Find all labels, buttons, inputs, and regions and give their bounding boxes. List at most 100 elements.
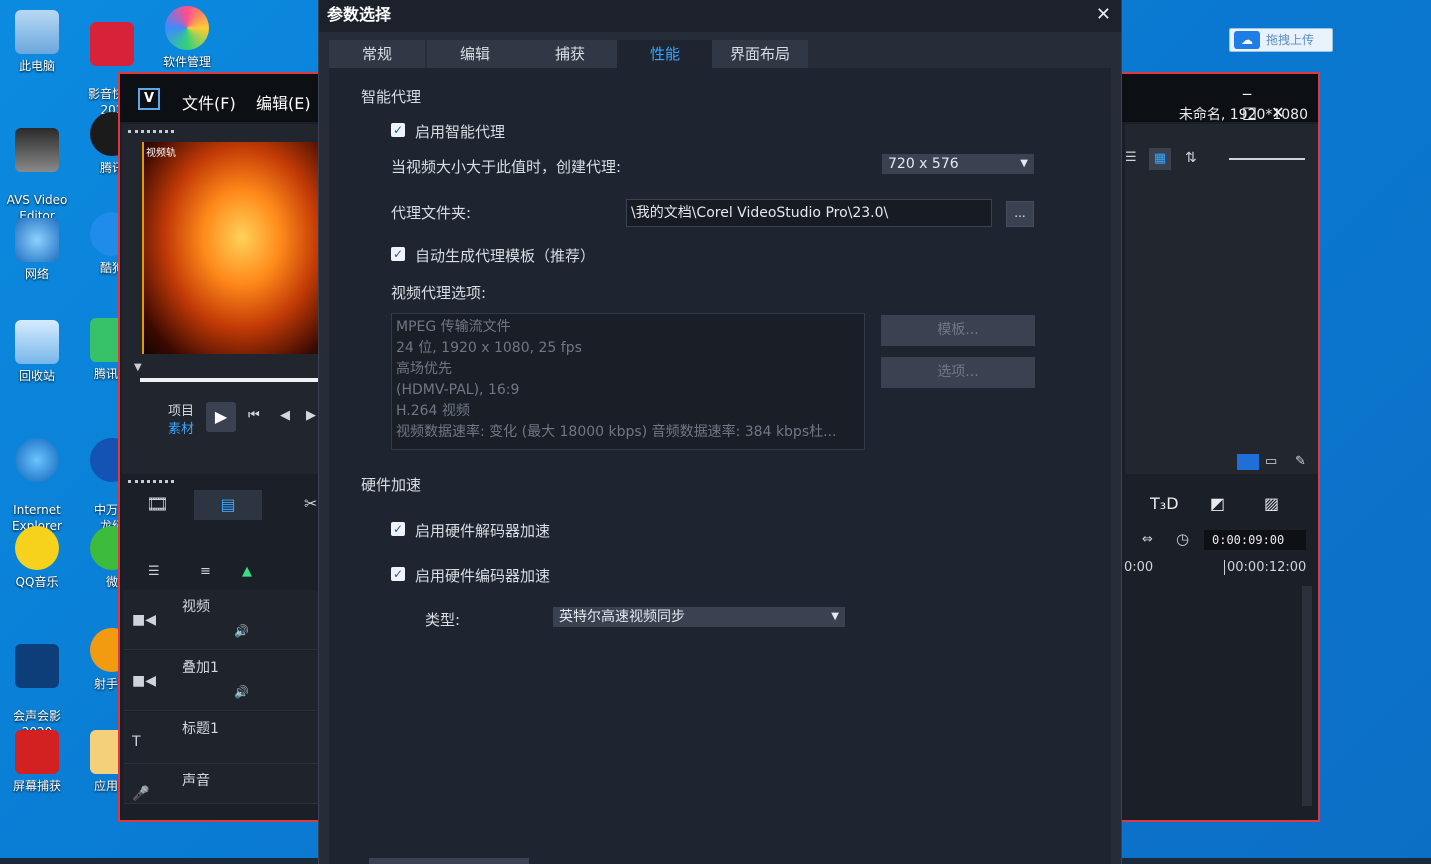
desktop-icon-avs[interactable]: AVS Video Editor (1, 112, 73, 224)
track-name: 视频 (182, 599, 210, 615)
desktop-icon-recycle-bin[interactable]: 回收站 (1, 320, 73, 384)
desktop-icon-videostudio[interactable]: 会声会影 2020 (1, 628, 73, 740)
dialog-titlebar: 参数选择 (319, 0, 1121, 32)
desktop-icon-label: QQ音乐 (15, 575, 59, 589)
drag-handle[interactable] (128, 130, 174, 134)
play-icon[interactable]: ▶ (206, 402, 236, 432)
close-icon[interactable]: ✕ (1096, 4, 1111, 25)
proxy-detail-line: 高场优先 (396, 361, 452, 377)
project-info: 未命名, 1920*1080 (1178, 107, 1308, 123)
tools-icon[interactable]: ✂ (304, 494, 317, 513)
proxy-detail-line: H.264 视频 (396, 403, 470, 419)
tab-ui-layout[interactable]: 界面布局 (712, 40, 808, 68)
hw-decoder-checkbox[interactable]: ✓ (391, 522, 405, 536)
proxy-detail-line: MPEG 传输流文件 (396, 319, 511, 335)
video-track-label: 视频轨 (146, 148, 176, 159)
sort-icon[interactable]: ⇅ (1185, 150, 1197, 166)
chevron-down-icon: ▼ (1020, 158, 1028, 169)
ruler-tick-label: 0:00 (1124, 560, 1154, 575)
auto-template-checkbox[interactable]: ✓ (391, 247, 405, 261)
grid-view-icon[interactable]: ▦ (1149, 148, 1171, 170)
library-panel: ☰ ▦ ⇅ ▭ ✎ (1125, 124, 1318, 474)
overlay-track-icon: ■◀ (132, 673, 156, 689)
to-start-icon[interactable]: ⏮ (248, 408, 260, 423)
next-frame-icon[interactable]: ▶ (306, 408, 316, 423)
cloud-icon: ☁ (1234, 31, 1260, 49)
timecode-display[interactable]: 0:00:09:00 (1204, 530, 1306, 550)
3d-title-icon[interactable]: T₃D (1150, 494, 1179, 513)
scrubber-bar[interactable] (140, 378, 322, 382)
storyboard-icon[interactable]: ▭ (1265, 454, 1277, 469)
tab-capture[interactable]: 捕获 (522, 40, 618, 68)
track-row: ■◀ 叠加1 🔊 (124, 651, 319, 711)
desktop-icon-software-manager[interactable]: 软件管理 (151, 6, 223, 70)
desktop-icon-qqmusic[interactable]: QQ音乐 (1, 526, 73, 590)
desktop-icon-label: 软件管理 (162, 55, 211, 69)
video-proxy-options-label: 视频代理选项: (391, 284, 487, 302)
dialog-title: 参数选择 (327, 5, 392, 24)
video-track-icon: ■◀ (132, 612, 156, 628)
desktop-icon-ie[interactable]: Internet Explorer (1, 422, 73, 534)
menu-edit[interactable]: 编辑(E) (256, 90, 311, 114)
clip-mode-label[interactable]: 素材 (168, 418, 194, 437)
prev-frame-icon[interactable]: ◀ (280, 408, 290, 423)
title-track-icon: T (132, 734, 141, 750)
chapter-marker-icon[interactable]: ▲ (242, 564, 252, 579)
options-button[interactable]: 选项... (881, 357, 1035, 388)
desktop-icon-label: 此电脑 (18, 59, 55, 73)
ruler-tick-label: 00:00:12:00 (1224, 560, 1306, 575)
videostudio-logo: V (138, 88, 160, 110)
proxy-threshold-select[interactable]: 720 x 576 ▼ (882, 154, 1034, 174)
import-icon[interactable] (1237, 454, 1259, 470)
drag-upload-button[interactable]: ☁ 拖拽上传 (1229, 28, 1333, 52)
template-button[interactable]: 模板... (881, 315, 1035, 346)
hw-encoder-checkbox[interactable]: ✓ (391, 567, 405, 581)
speaker-icon[interactable]: 🔊 (234, 685, 249, 699)
desktop-icon-network[interactable]: 网络 (1, 218, 73, 282)
scrubber-handle-icon[interactable]: ▼ (134, 362, 142, 373)
enable-smart-proxy-checkbox[interactable]: ✓ (391, 123, 405, 137)
proxy-details-box: MPEG 传输流文件 24 位, 1920 x 1080, 25 fps 高场优… (391, 313, 865, 450)
hw-decoder-label: 启用硬件解码器加速 (415, 522, 551, 540)
project-mode-label[interactable]: 项目 (168, 400, 194, 419)
proxy-detail-line: 24 位, 1920 x 1080, 25 fps (396, 340, 582, 356)
preferences-dialog: 参数选择 ✕ 常规 编辑 捕获 性能 界面布局 智能代理 ✓ 启用智能代理 当视… (318, 0, 1122, 864)
add-track-icon[interactable]: ≡ (200, 564, 211, 579)
timeline-scrollbar[interactable] (1302, 586, 1312, 806)
proxy-detail-line: (HDMV-PAL), 16:9 (396, 382, 520, 398)
tab-performance[interactable]: 性能 (617, 40, 713, 68)
mask-icon[interactable]: ◩ (1210, 494, 1225, 513)
timeline-view-icon[interactable]: ▤ (194, 490, 262, 520)
browse-button[interactable]: ... (1006, 201, 1034, 227)
software-manager-icon (165, 6, 209, 50)
tab-general[interactable]: 常规 (329, 40, 425, 68)
proxy-threshold-label: 当视频大小大于此值时，创建代理: (391, 158, 622, 176)
drag-handle[interactable] (128, 480, 174, 484)
menu-file[interactable]: 文件(F) (182, 90, 236, 114)
speaker-icon[interactable]: 🔊 (234, 624, 249, 638)
list-view-icon[interactable]: ☰ (1125, 150, 1143, 168)
proxy-detail-line: 视频数据速率: 变化 (最大 18000 kbps) 音频数据速率: 384 k… (396, 424, 837, 440)
proxy-folder-input[interactable]: \我的文档\Corel VideoStudio Pro\23.0\ (626, 199, 992, 227)
desktop-icon-screen-capture[interactable]: 屏幕捕获 (1, 730, 73, 794)
hardware-accel-heading: 硬件加速 (361, 476, 422, 494)
motion-icon[interactable]: ▨ (1264, 494, 1279, 513)
horizontal-scrollbar[interactable] (369, 858, 529, 864)
encoder-type-select[interactable]: 英特尔高速视频同步 ▼ (553, 607, 845, 627)
track-manager-icon[interactable]: ☰ (148, 564, 160, 579)
preview-panel: 视频轨 ▼ 项目 素材 ▶ ⏮ ◀ ▶ (122, 124, 322, 474)
storyboard-view-icon[interactable]: 🎞 (146, 494, 169, 515)
type-label: 类型: (425, 611, 461, 629)
thumbnail-size-slider[interactable] (1229, 158, 1305, 160)
minimize-icon[interactable]: ‒ (1242, 84, 1266, 103)
proxy-folder-label: 代理文件夹: (391, 204, 472, 222)
track-row: 🎤 声音 (124, 764, 319, 804)
tab-edit[interactable]: 编辑 (427, 40, 523, 68)
track-name: 叠加1 (182, 660, 219, 676)
desktop-icon-computer[interactable]: 此电脑 (1, 10, 73, 74)
videostudio-icon (15, 644, 59, 688)
desktop-icon-label: 网络 (24, 267, 49, 281)
voice-track-icon: 🎤 (132, 786, 150, 802)
edit-icon[interactable]: ✎ (1295, 454, 1306, 469)
fit-icon[interactable]: ⇔ (1142, 532, 1153, 547)
